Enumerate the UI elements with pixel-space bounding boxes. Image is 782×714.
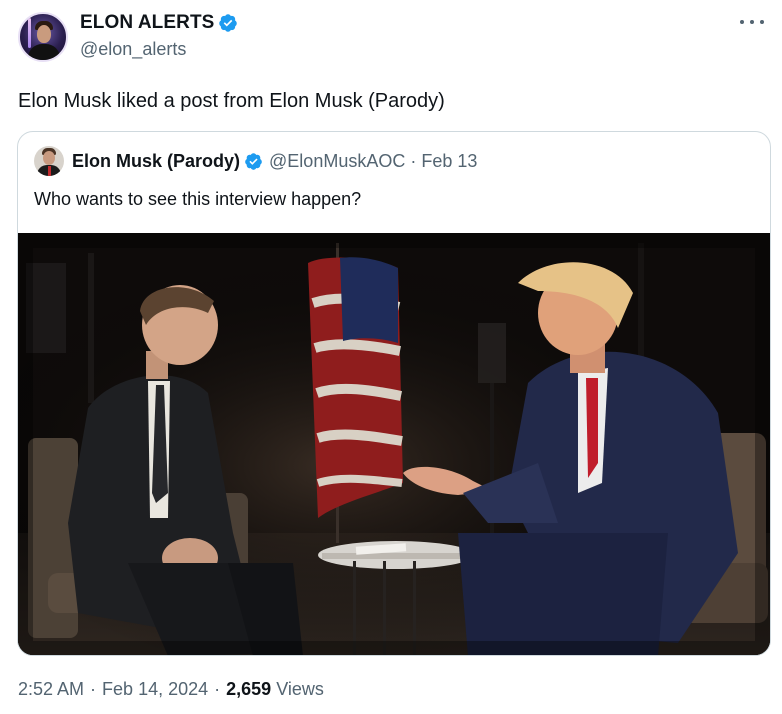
quoted-tweet-text: Who wants to see this interview happen? — [34, 189, 362, 209]
tweet-text: Elon Musk liked a post from Elon Musk (P… — [18, 90, 445, 112]
author-display-name[interactable]: ELON ALERTS — [80, 12, 214, 34]
views-label: Views — [276, 679, 324, 699]
interview-photo[interactable] — [18, 233, 770, 655]
views-count: 2,659 — [226, 679, 272, 699]
author-handle[interactable]: @elon_alerts — [80, 39, 186, 60]
quoted-author-avatar — [34, 146, 64, 176]
interview-scene-illustration — [18, 233, 770, 655]
separator-dot: · — [214, 679, 221, 699]
tweet-meta-footer: 2:52 AM · Feb 14, 2024 · 2,659 Views — [18, 679, 324, 700]
separator-dot: · — [90, 679, 97, 699]
quoted-tweet-header: Elon Musk (Parody) @ElonMuskAOC · Feb 13 — [34, 146, 477, 176]
verified-badge-icon — [219, 14, 238, 32]
quoted-tweet-date: Feb 13 — [421, 150, 478, 171]
quoted-author-display-name: Elon Musk (Parody) — [72, 150, 241, 171]
more-dots-icon[interactable] — [740, 14, 764, 30]
author-name-row: ELON ALERTS — [80, 12, 238, 34]
tweet-time[interactable]: 2:52 AM — [18, 679, 84, 700]
separator-dot: · — [410, 150, 417, 171]
quoted-tweet-card[interactable]: Elon Musk (Parody) @ElonMuskAOC · Feb 13… — [17, 131, 771, 656]
tweet-header: ELON ALERTS @elon_alerts — [18, 10, 764, 70]
quoted-author-handle: @ElonMuskAOC — [269, 150, 406, 171]
author-avatar[interactable] — [18, 12, 68, 62]
tweet-date[interactable]: Feb 14, 2024 — [102, 679, 208, 700]
verified-badge-icon — [245, 152, 262, 170]
